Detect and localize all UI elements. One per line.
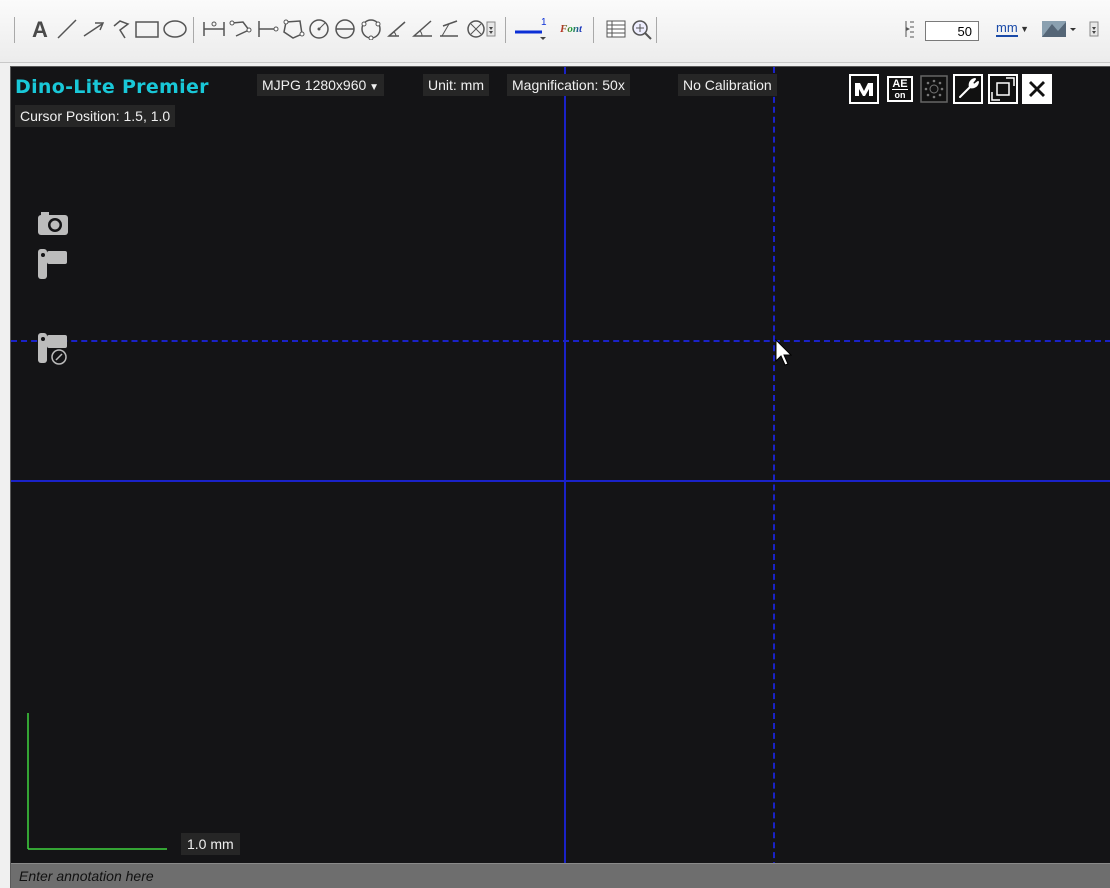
timer-capture-icon[interactable]: [37, 331, 71, 372]
measure-mode-button[interactable]: [849, 74, 879, 104]
ellipse-tool-icon[interactable]: [162, 15, 188, 43]
resolution-dropdown[interactable]: MJPG 1280x960 ▼: [257, 74, 384, 96]
zoom-icon[interactable]: [629, 15, 655, 43]
distance-tool-icon[interactable]: [201, 15, 227, 43]
line-width-label: 1: [541, 17, 547, 28]
camera-viewer[interactable]: Dino-Lite Premier MJPG 1280x960 ▼ Unit: …: [10, 66, 1110, 888]
toolbar: A 1 Font 50 mm ▼: [0, 0, 1110, 63]
auto-exposure-button[interactable]: AE on: [885, 74, 915, 104]
resolution-label: MJPG 1280x960: [262, 77, 367, 93]
crosshair-horizontal: [11, 480, 1110, 482]
color-picker-button[interactable]: [1040, 15, 1080, 43]
unit-dropdown[interactable]: mm ▼: [996, 20, 1030, 37]
mouse-pointer-icon: [775, 338, 793, 374]
scale-bar: [27, 713, 167, 850]
svg-text:A: A: [32, 18, 48, 40]
chevron-down-icon: ▼: [1017, 24, 1030, 34]
circle-radius-icon[interactable]: [306, 15, 332, 43]
toolbar-separator: [505, 17, 506, 43]
rectangle-tool-icon[interactable]: [134, 15, 160, 43]
cursor-position: Cursor Position: 1.5, 1.0: [15, 105, 176, 127]
toolbar-separator: [193, 17, 194, 43]
scale-bar-label: 1.0 mm: [181, 833, 240, 855]
cursor-guide-vertical: [773, 67, 775, 888]
toolbar-separator: [14, 17, 15, 43]
ae-bottom-label: on: [894, 89, 906, 100]
measurement-table-icon[interactable]: [603, 15, 629, 43]
line-tool-icon[interactable]: [54, 15, 80, 43]
ae-top-label: AE: [892, 77, 908, 90]
zoom-stepper-icon[interactable]: [902, 15, 922, 43]
zoom-level-input[interactable]: [925, 21, 979, 41]
settings-wrench-icon[interactable]: [953, 74, 983, 104]
text-tool-icon[interactable]: A: [27, 15, 53, 43]
chevron-down-icon: ▼: [366, 82, 379, 93]
polygon-area-icon[interactable]: [280, 15, 306, 43]
magnification-label: Magnification: 50x: [507, 74, 630, 96]
circle-diameter-icon[interactable]: [332, 15, 358, 43]
annotation-input[interactable]: Enter annotation here: [11, 863, 1110, 888]
led-toggle-button[interactable]: [919, 74, 949, 104]
arrow-tool-icon[interactable]: [81, 15, 107, 43]
unit-label: mm: [996, 20, 1018, 37]
unit-label: Unit: mm: [423, 74, 489, 96]
calibration-status: No Calibration: [678, 74, 777, 96]
toolbar-separator: [593, 17, 594, 43]
cursor-guide-horizontal: [11, 340, 1110, 342]
crosshair-vertical: [564, 67, 566, 888]
line-width-button[interactable]: 1: [512, 15, 552, 43]
close-icon[interactable]: [1022, 74, 1052, 104]
font-label: Font: [559, 23, 582, 35]
angle-tool-icon[interactable]: [384, 15, 410, 43]
ae-icon: AE on: [887, 76, 913, 102]
font-button[interactable]: Font: [553, 15, 589, 43]
parallel-tool-icon[interactable]: [254, 15, 280, 43]
overflow-dropdown-icon[interactable]: [1086, 15, 1102, 43]
device-name: Dino-Lite Premier: [15, 76, 209, 98]
polyline-tool-icon[interactable]: [109, 15, 135, 43]
more-tools-dropdown-icon[interactable]: [484, 15, 498, 43]
fullscreen-icon[interactable]: [988, 74, 1018, 104]
video-record-icon[interactable]: [37, 247, 69, 286]
circle-3point-icon[interactable]: [358, 15, 384, 43]
angle-3point-icon[interactable]: [410, 15, 436, 43]
polyline-length-icon[interactable]: [228, 15, 254, 43]
camera-snapshot-icon[interactable]: [37, 209, 69, 242]
toolbar-separator: [656, 17, 657, 43]
angle-4point-icon[interactable]: [436, 15, 462, 43]
